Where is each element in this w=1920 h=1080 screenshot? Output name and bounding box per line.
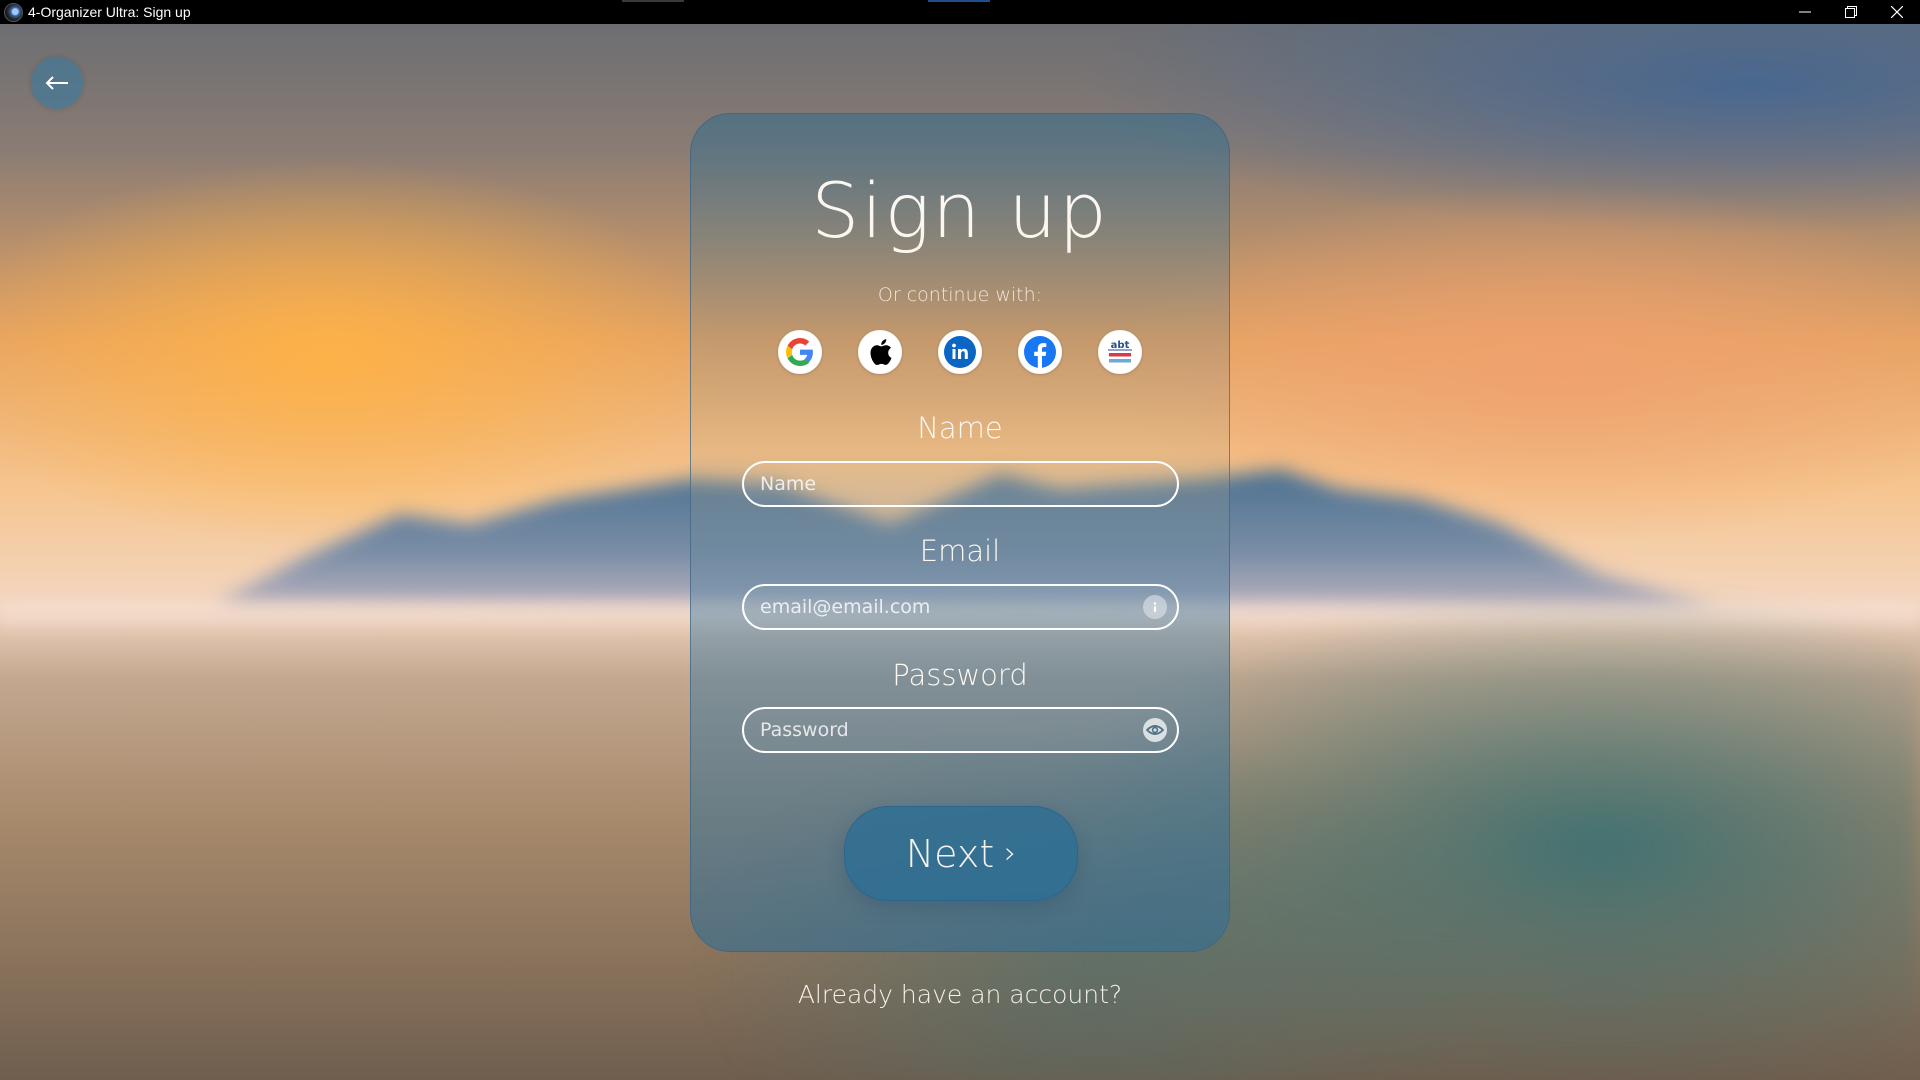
- window-title: 4-Organizer Ultra: Sign up: [28, 4, 191, 20]
- abt-login-button[interactable]: abt: [1098, 330, 1142, 374]
- google-icon: [786, 338, 813, 366]
- login-link[interactable]: Already have an account?: [0, 980, 1920, 1009]
- facebook-login-button[interactable]: [1018, 330, 1062, 374]
- linkedin-icon: [944, 336, 976, 368]
- password-field: [742, 707, 1179, 753]
- minimize-button[interactable]: [1782, 0, 1828, 24]
- name-label: Name: [917, 411, 1003, 445]
- restore-icon: [1845, 6, 1857, 18]
- next-button-label: Next: [905, 831, 995, 876]
- linkedin-login-button[interactable]: [938, 330, 982, 374]
- page-title: Sign up: [811, 166, 1109, 255]
- title-bar: 4-Organizer Ultra: Sign up: [0, 0, 1920, 24]
- google-login-button[interactable]: [778, 330, 822, 374]
- signup-card: Sign up Or continue with: abt Name Name …: [690, 113, 1230, 952]
- email-input[interactable]: [744, 596, 1143, 618]
- eye-icon: [1146, 725, 1164, 735]
- info-icon: [1153, 602, 1157, 612]
- password-label: Password: [892, 658, 1028, 692]
- titlebar-indicator-active: [928, 0, 990, 2]
- social-login-row: abt: [691, 330, 1229, 374]
- abt-icon: abt: [1108, 340, 1132, 363]
- name-input[interactable]: [744, 473, 1177, 495]
- password-input[interactable]: [744, 719, 1143, 741]
- close-button[interactable]: [1874, 0, 1920, 24]
- chevron-right-icon: ›: [1004, 836, 1017, 871]
- app-logo-icon: [4, 2, 23, 22]
- arrow-left-icon: [45, 76, 68, 90]
- facebook-icon: [1024, 336, 1056, 368]
- apple-login-button[interactable]: [858, 330, 902, 374]
- apple-icon: [870, 339, 892, 365]
- minimize-icon: [1799, 11, 1811, 13]
- email-info-button[interactable]: [1143, 595, 1167, 619]
- svg-text:abt: abt: [1111, 340, 1130, 351]
- password-visibility-toggle[interactable]: [1143, 718, 1167, 742]
- titlebar-indicator: [622, 0, 684, 2]
- continue-with-label: Or continue with:: [877, 284, 1043, 306]
- window-controls: [1782, 0, 1920, 24]
- restore-button[interactable]: [1828, 0, 1874, 24]
- name-field: [742, 461, 1179, 507]
- back-button[interactable]: [31, 57, 83, 109]
- email-field: [742, 584, 1179, 630]
- email-label: Email: [919, 534, 1001, 568]
- close-icon: [1891, 6, 1903, 18]
- next-button[interactable]: Next ›: [844, 806, 1078, 901]
